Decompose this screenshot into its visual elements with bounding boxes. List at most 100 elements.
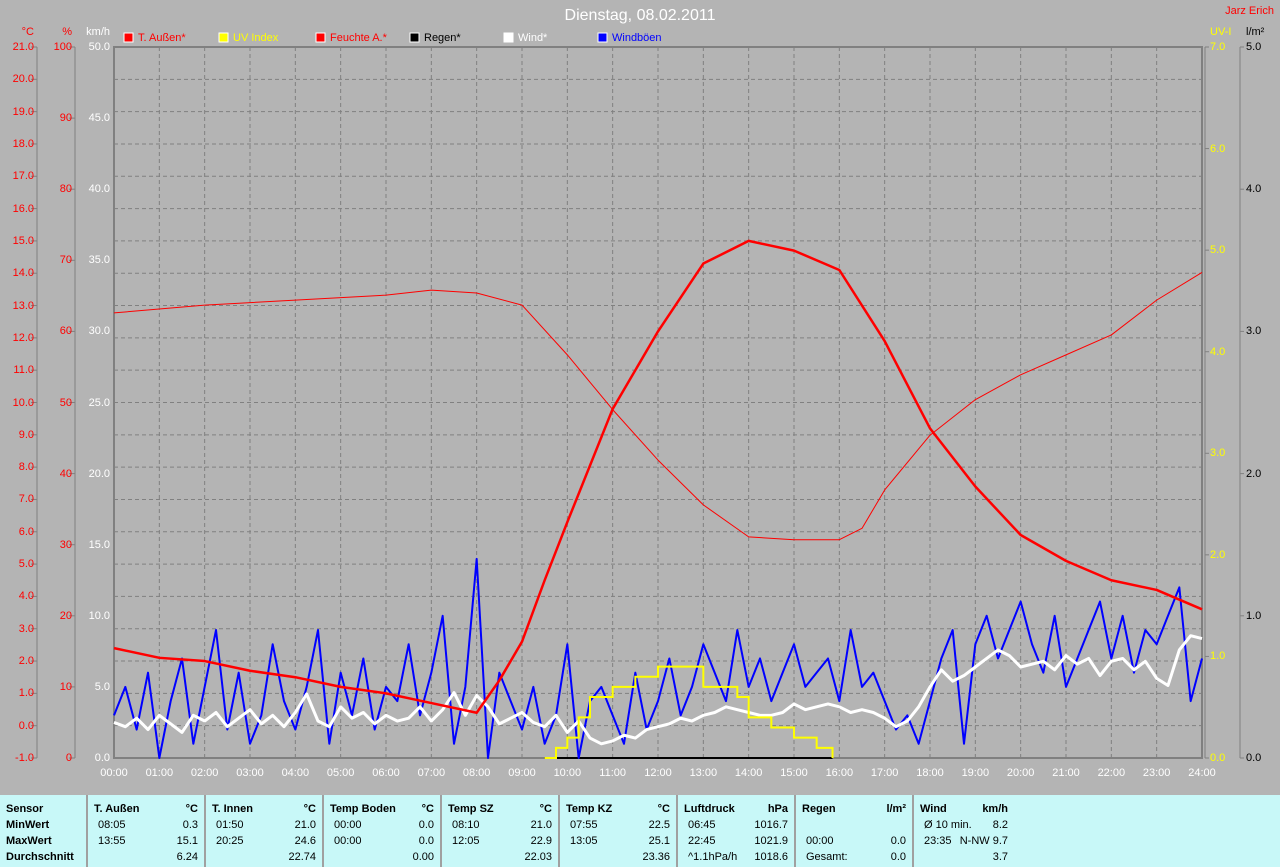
axis-tick-label: 6.0 <box>18 525 34 538</box>
axis-tick-label: 70 <box>59 254 72 267</box>
axis-tick-label: 35.0 <box>88 254 110 267</box>
column-header: Temp SZ <box>448 803 494 815</box>
cell-value: MaxWert <box>6 835 52 847</box>
x-tick-label: 17:00 <box>870 767 899 779</box>
x-tick-label: 15:00 <box>780 767 808 779</box>
axis-tick-label: 4.0 <box>1246 183 1262 196</box>
axis-tick-label: 0.0 <box>1246 752 1262 764</box>
axis-tick-label: 4.0 <box>18 590 34 603</box>
column-header: Sensor <box>6 803 44 815</box>
axis-tick-label: 50.0 <box>88 41 110 53</box>
column-header: Regen <box>802 803 836 815</box>
cell-value: MinWert <box>6 819 50 831</box>
table-row: ^1.1hPa/h 1018.6 <box>684 849 788 865</box>
stats-table: Sensor MinWert MaxWert Durchschnitt T. Außen… <box>0 795 1280 867</box>
cell-value: 0.00 <box>412 851 434 863</box>
cell-value <box>448 849 452 865</box>
cell-value: 06:45 <box>688 819 716 831</box>
column-header: Temp KZ <box>566 803 613 815</box>
cell-value: 21.0 <box>294 819 316 831</box>
cell-value: 12:05 <box>452 835 480 847</box>
table-row: 13:55 15.1 <box>94 833 198 849</box>
axis-tick-label: 18.0 <box>12 137 34 150</box>
cell-value: 22.74 <box>288 851 316 863</box>
column-header: °C <box>303 803 316 815</box>
axis-tick-label: 16.0 <box>12 202 34 215</box>
x-tick-label: 13:00 <box>689 767 718 779</box>
axis-tick-label: 5.0 <box>1210 244 1226 257</box>
cell-value: 23.36 <box>642 851 670 863</box>
stats-column: Sensor MinWert MaxWert Durchschnitt <box>0 795 88 867</box>
table-header-row: Temp KZ °C <box>566 801 670 817</box>
column-header: Wind <box>920 803 947 815</box>
x-tick-label: 04:00 <box>281 767 310 779</box>
axis-tick-label: 50 <box>59 396 72 409</box>
cell-value: 22.03 <box>524 851 552 863</box>
cell-value: Durchschnitt <box>6 851 74 863</box>
x-tick-label: 01:00 <box>145 767 174 779</box>
cell-value: 00:00 <box>334 835 362 847</box>
axis-tick-label: 1.0 <box>1246 609 1262 622</box>
cell-value <box>920 849 924 865</box>
table-row: 23:35 N-NW 9.7 <box>920 833 1008 849</box>
table-row: 6.24 <box>94 849 198 865</box>
legend-label: Feuchte A.* <box>330 32 387 44</box>
legend-label: Wind* <box>518 32 548 44</box>
x-tick-label: 14:00 <box>734 767 763 779</box>
cell-value: 0.0 <box>890 851 906 863</box>
axis-unit: °C <box>21 26 34 38</box>
cell-value: 01:50 <box>216 819 244 831</box>
axis-unit: UV-I <box>1210 26 1232 38</box>
stats-column: Temp SZ °C 08:10 21.0 12:05 22.9 22.03 <box>442 795 560 867</box>
axis-tick-label: 1.0 <box>1210 650 1226 663</box>
author-label: Jarz Erich <box>1225 5 1274 17</box>
stats-column: Temp Boden °C 00:00 0.0 00:00 0.0 0.00 <box>324 795 442 867</box>
x-tick-label: 06:00 <box>372 767 400 779</box>
cell-value: 20:25 <box>216 835 244 847</box>
table-row: 00:00 0.0 <box>802 833 906 849</box>
axis-tick-label: 2.0 <box>1246 467 1262 480</box>
chart-labels: Dienstag, 08.02.2011 Jarz Erich T. Außen… <box>0 0 1280 795</box>
x-tick-label: 08:00 <box>462 767 491 779</box>
axis-tick-label: 19.0 <box>12 105 34 118</box>
axis-tick-label: 90 <box>59 112 72 125</box>
axis-tick-label: 6.0 <box>1210 142 1226 155</box>
axis-tick-label: -1.0 <box>15 752 34 764</box>
axis-tick-label: 13.0 <box>12 299 34 312</box>
axis-tick-label: 5.0 <box>1246 41 1262 53</box>
axis-tick-label: 2.0 <box>18 655 34 668</box>
table-row: 22.03 <box>448 849 552 865</box>
axis-tick-label: 30 <box>59 538 72 551</box>
x-tick-label: 24:00 <box>1188 767 1216 779</box>
column-header: Temp Boden <box>330 803 396 815</box>
x-tick-label: 23:00 <box>1142 767 1171 779</box>
table-row: 01:50 21.0 <box>212 817 316 833</box>
cell-value: 3.7 <box>992 851 1008 863</box>
cell-value: 13:55 <box>98 835 126 847</box>
column-header: T. Innen <box>212 803 253 815</box>
column-header: l/m² <box>886 803 906 815</box>
axis-tick-label: 7.0 <box>18 493 34 506</box>
x-tick-label: 09:00 <box>508 767 536 779</box>
cell-value: 22.5 <box>648 819 670 831</box>
axis-tick-label: 10.0 <box>88 609 110 622</box>
table-header-row: T. Außen °C <box>94 801 198 817</box>
legend-label: Regen* <box>424 32 461 44</box>
axis-tick-label: 60 <box>59 325 72 338</box>
axis-tick-label: 80 <box>59 183 72 196</box>
x-tick-label: 12:00 <box>644 767 672 779</box>
stats-column: Wind km/h Ø 10 min. 8.2 23:35 N-NW 9.7 3.7 <box>914 795 1014 867</box>
cell-value: Gesamt: <box>806 851 848 863</box>
cell-value <box>212 849 216 865</box>
cell-value: 21.0 <box>530 819 552 831</box>
axis-tick-label: 10.0 <box>12 396 34 409</box>
axis-tick-label: 20.0 <box>12 73 34 86</box>
table-header-row: Temp SZ °C <box>448 801 552 817</box>
cell-value: 00:00 <box>334 819 362 831</box>
table-row: 22:45 1021.9 <box>684 833 788 849</box>
axis-tick-label: 9.0 <box>18 428 34 441</box>
cell-value: 22:45 <box>688 835 716 847</box>
cell-value: 24.6 <box>294 835 316 847</box>
x-tick-label: 10:00 <box>553 767 582 779</box>
axis-tick-label: 2.0 <box>1210 548 1226 561</box>
